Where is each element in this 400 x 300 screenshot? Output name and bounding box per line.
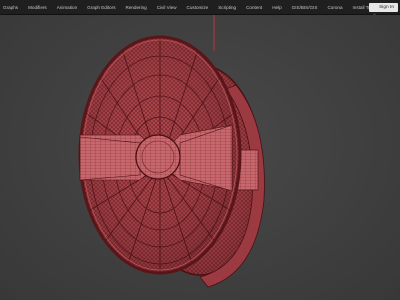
menu-scripting[interactable]: Scripting [218,0,236,15]
sign-in-button[interactable]: Sign In [369,3,398,18]
menu-rendering[interactable]: Rendering [126,0,147,15]
menu-customize[interactable]: Customize [187,0,209,15]
menu-graph-editors[interactable]: Graph Editors [87,0,115,15]
3d-viewport[interactable] [0,15,400,300]
user-icon [372,5,377,18]
fan-wireframe-model [78,15,265,288]
menu-items: Graphs Modifiers Animation Graph Editors… [0,0,386,14]
hub-band-left [79,136,141,181]
menu-corona[interactable]: Corona [327,0,342,15]
menu-content[interactable]: Content [246,0,262,15]
sign-in-label: Sign In [379,5,394,10]
hub-cap [135,134,181,180]
menu-modifiers[interactable]: Modifiers [28,0,47,15]
menu-bar: Graphs Modifiers Animation Graph Editors… [0,0,400,18]
app-window: Graphs Modifiers Animation Graph Editors… [0,0,400,300]
menu-graphs[interactable]: Graphs [3,0,18,15]
menu-animation[interactable]: Animation [57,0,77,15]
menu-help[interactable]: Help [272,0,281,15]
menu-civil-view[interactable]: Civil View [157,0,177,15]
menu-gis[interactable]: GIS/BIS/GIS [292,0,318,15]
